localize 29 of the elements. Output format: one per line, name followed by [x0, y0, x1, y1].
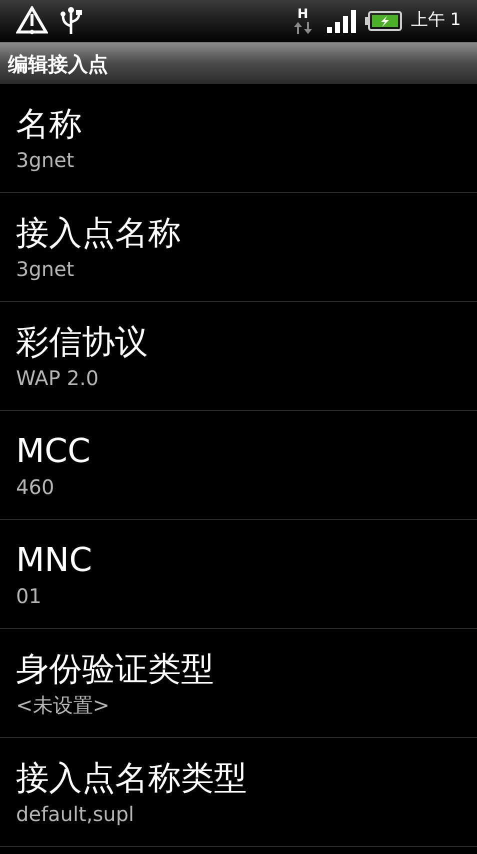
- battery-icon: [364, 10, 403, 32]
- setting-item[interactable]: 彩信协议 WAP 2.0: [0, 302, 477, 411]
- setting-item[interactable]: 名称 3gnet: [0, 84, 477, 193]
- network-type: H: [297, 8, 308, 20]
- setting-label: 名称: [16, 102, 83, 144]
- setting-value: 3gnet: [16, 257, 76, 282]
- setting-item[interactable]: 接入点名称类型 default,supl: [0, 738, 477, 847]
- warning-icon: [16, 6, 48, 36]
- setting-label: MNC: [16, 538, 94, 580]
- setting-value: 01: [16, 584, 42, 610]
- setting-label: 身份验证类型: [16, 648, 215, 690]
- clock: 上午 1: [410, 9, 461, 32]
- setting-label: 彩信协议: [16, 320, 149, 362]
- setting-label: 接入点名称类型: [16, 756, 248, 798]
- setting-label: 接入点名称: [16, 212, 182, 254]
- setting-value: default,supl: [16, 802, 136, 828]
- setting-value: <未设置>: [16, 693, 111, 718]
- setting-value: WAP 2.0: [16, 366, 100, 392]
- setting-item[interactable]: 身份验证类型 <未设置>: [0, 629, 477, 738]
- setting-label: MCC: [16, 430, 92, 472]
- usb-icon: [60, 6, 82, 36]
- data-arrows-icon: [292, 20, 313, 34]
- setting-item[interactable]: 接入点名称 3gnet: [0, 193, 477, 302]
- setting-item[interactable]: MNC 01: [0, 520, 477, 629]
- setting-item[interactable]: MCC 460: [0, 411, 477, 520]
- setting-value: 3gnet: [16, 148, 76, 174]
- signal-icon: [326, 9, 357, 33]
- setting-value: 460: [16, 475, 56, 500]
- screen-title: 编辑接入点: [8, 50, 108, 78]
